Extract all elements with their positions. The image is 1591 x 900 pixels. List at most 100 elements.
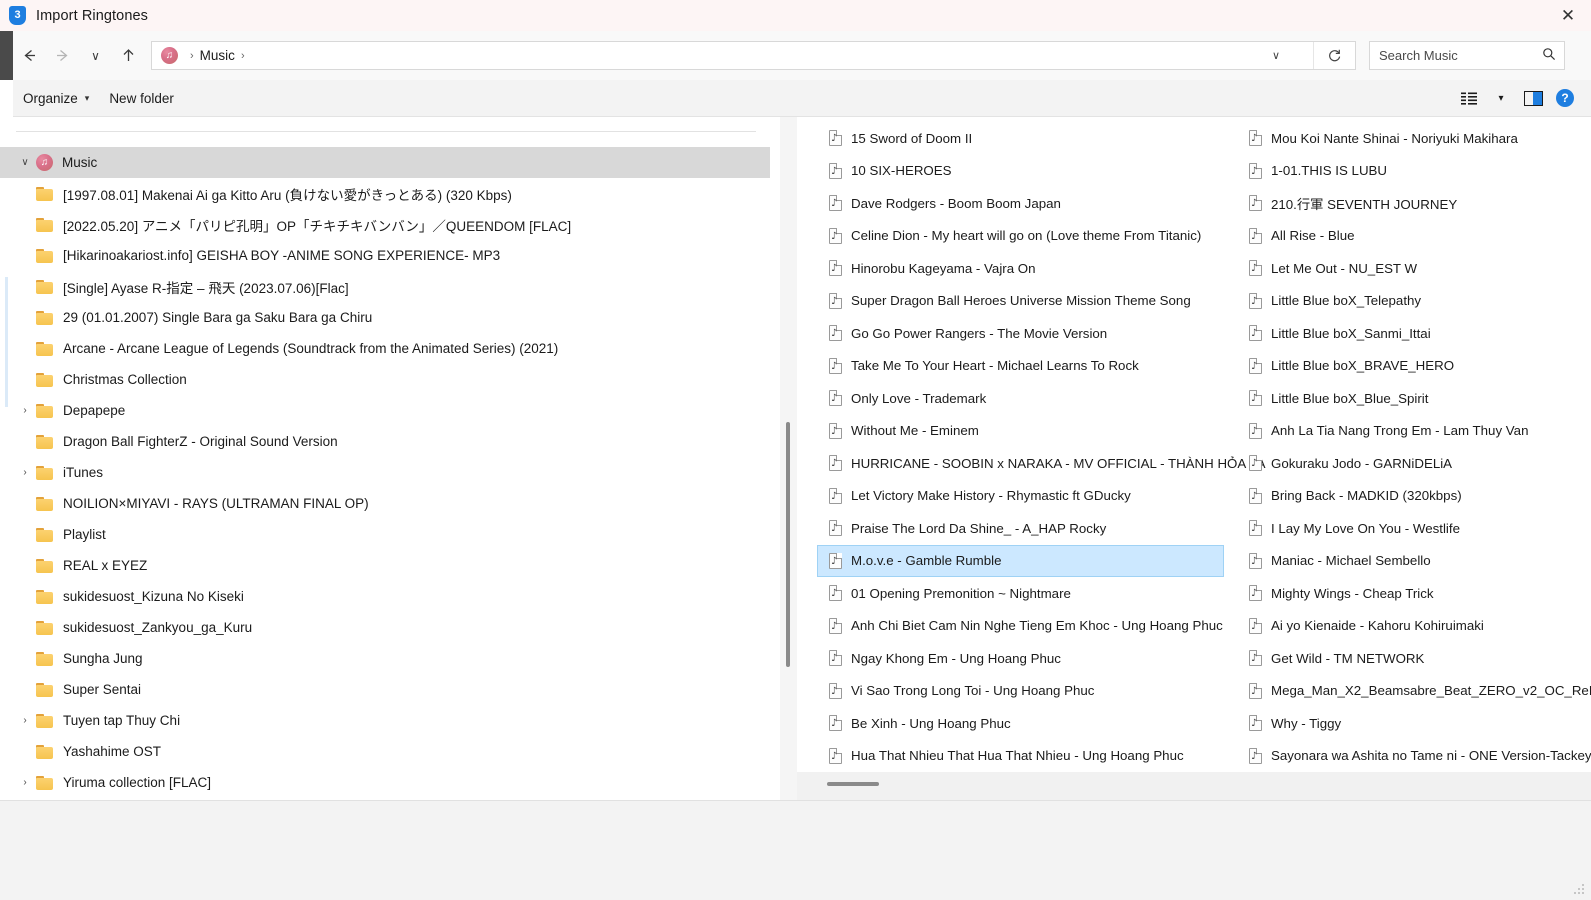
file-name-label-text: Without Me - Eminem xyxy=(851,423,979,439)
address-dropdown-chevron-down-icon[interactable]: ∨ xyxy=(1272,42,1280,69)
file-list-item[interactable]: ♪ Be Xinh - Ung Hoang Phuc xyxy=(818,707,1228,740)
file-list-horizontal-scrollbar[interactable] xyxy=(797,772,1591,800)
tree-item[interactable]: › Depapepe xyxy=(0,395,780,426)
file-list-item[interactable]: ♪ Mighty Wings - Cheap Trick xyxy=(1238,577,1591,610)
search-box[interactable] xyxy=(1369,41,1565,70)
chevron-right-icon[interactable]: › xyxy=(14,777,36,788)
back-button[interactable] xyxy=(13,39,46,72)
file-list-item[interactable]: ♪ Maniac - Michael Sembello xyxy=(1238,545,1591,578)
file-list-item[interactable]: ♪ Vi Sao Trong Long Toi - Ung Hoang Phuc xyxy=(818,675,1228,708)
tree-item[interactable]: [Single] Ayase R-指定 – 飛天 (2023.07.06)[Fl… xyxy=(0,271,780,302)
file-list-item[interactable]: ♪ Dave Rodgers - Boom Boom Japan xyxy=(818,187,1228,220)
chevron-right-icon[interactable]: › xyxy=(14,715,36,726)
file-list-item[interactable]: ♪ Praise The Lord Da Shine_ - A_HAP Rocky xyxy=(818,512,1228,545)
file-list-item[interactable]: ♪ Mou Koi Nante Shinai - Noriyuki Makihar… xyxy=(1238,122,1591,155)
tree-item[interactable]: REAL x EYEZ xyxy=(0,550,780,581)
tree-item-label: [2022.05.20] アニメ「パリピ孔明」OP「チキチキバンバン」／QUEE… xyxy=(63,218,572,234)
file-name-label-text: Little Blue boX_Blue_Spirit xyxy=(1271,390,1429,406)
close-icon[interactable]: ✕ xyxy=(1545,0,1591,31)
file-list-item[interactable]: ♪ Super Dragon Ball Heroes Universe Missi… xyxy=(818,285,1228,318)
search-input[interactable] xyxy=(1370,43,1530,68)
audio-file-icon: ♪ xyxy=(829,585,842,602)
chevron-right-icon[interactable]: › xyxy=(14,467,36,478)
refresh-icon[interactable] xyxy=(1313,42,1355,69)
up-button[interactable] xyxy=(112,39,145,72)
tree-item[interactable]: › Tuyen tap Thuy Chi xyxy=(0,705,780,736)
file-list-item[interactable]: ♪ 01 Opening Premonition ~ Nightmare xyxy=(818,577,1228,610)
file-list-item[interactable]: ♪ Let Me Out - NU_EST W xyxy=(1238,252,1591,285)
resize-grip[interactable] xyxy=(1574,884,1586,896)
file-list-item[interactable]: ♪ Little Blue boX_Sanmi_Ittai xyxy=(1238,317,1591,350)
forward-button[interactable] xyxy=(46,39,79,72)
file-list-item[interactable]: ♪ Anh La Tia Nang Trong Em - Lam Thuy Van xyxy=(1238,415,1591,448)
breadcrumb-separator-1[interactable]: › xyxy=(241,50,245,62)
file-list-item[interactable]: ♪ Gokuraku Jodo - GARNiDELiA xyxy=(1238,447,1591,480)
file-list-item[interactable]: ♪ All Rise - Blue xyxy=(1238,220,1591,253)
file-list-item[interactable]: ♪ Why - Tiggy xyxy=(1238,707,1591,740)
file-list-item[interactable]: ♪ Bring Back - MADKID (320kbps) xyxy=(1238,480,1591,513)
file-list-item[interactable]: ♪ Little Blue boX_BRAVE_HERO xyxy=(1238,350,1591,383)
new-folder-button[interactable]: New folder xyxy=(99,85,184,111)
file-list-item[interactable]: ♪ HURRICANE - SOOBIN x NARAKA - MV OFFICI… xyxy=(818,447,1265,480)
tree-item[interactable]: [2022.05.20] アニメ「パリピ孔明」OP「チキチキバンバン」／QUEE… xyxy=(0,209,780,240)
tree-item[interactable]: sukidesuost_Kizuna No Kiseki xyxy=(0,581,780,612)
file-list-item[interactable]: ♪ Ngay Khong Em - Ung Hoang Phuc xyxy=(818,642,1228,675)
file-list-item[interactable]: ♪ Let Victory Make History - Rhymastic ft… xyxy=(818,480,1228,513)
help-icon[interactable]: ? xyxy=(1549,84,1581,112)
file-list-item[interactable]: ♪ Little Blue boX_Telepathy xyxy=(1238,285,1591,318)
folder-icon xyxy=(36,372,53,387)
file-list-item[interactable]: ♪ Mega_Man_X2_Beamsabre_Beat_ZERO_v2_OC_R… xyxy=(1238,675,1591,708)
file-list-item[interactable]: ♪ Without Me - Eminem xyxy=(818,415,1228,448)
audio-file-icon: ♪ xyxy=(829,390,842,407)
organize-button[interactable]: Organize ▾ xyxy=(13,85,99,111)
view-options-chevron-down-icon[interactable]: ▾ xyxy=(1485,84,1517,112)
tree-item[interactable]: Yashahime OST xyxy=(0,736,780,767)
tree-item[interactable]: Arcane - Arcane League of Legends (Sound… xyxy=(0,333,780,364)
audio-file-icon: ♪ xyxy=(1249,422,1262,439)
file-list-item[interactable]: ♪ Hinorobu Kageyama - Vajra On xyxy=(818,252,1228,285)
file-list-item[interactable]: ♪ I Lay My Love On You - Westlife xyxy=(1238,512,1591,545)
file-list-item[interactable]: ♪ Ai yo Kienaide - Kahoru Kohiruimaki xyxy=(1238,610,1591,643)
file-list-item[interactable]: ♪ 15 Sword of Doom II xyxy=(818,122,1228,155)
tree-item[interactable]: Playlist xyxy=(0,519,780,550)
search-icon[interactable] xyxy=(1542,47,1556,63)
tree-item[interactable]: Dragon Ball FighterZ - Original Sound Ve… xyxy=(0,426,780,457)
file-list-item[interactable]: ♪ 210.行軍 SEVENTH JOURNEY xyxy=(1238,187,1591,220)
chevron-right-icon[interactable]: › xyxy=(14,405,36,416)
tree-item[interactable]: › iTunes xyxy=(0,457,780,488)
tree-item[interactable]: sukidesuost_Zankyou_ga_Kuru xyxy=(0,612,780,643)
tree-item[interactable]: Super Sentai xyxy=(0,674,780,705)
file-list-item[interactable]: ♪ 10 SIX-HEROES xyxy=(818,155,1228,188)
view-list-icon[interactable] xyxy=(1453,84,1485,112)
file-name-label-text: Let Me Out - NU_EST W xyxy=(1271,260,1418,276)
tree-item[interactable]: Sungha Jung xyxy=(0,643,780,674)
file-list-item[interactable]: ♪ Little Blue boX_Blue_Spirit xyxy=(1238,382,1591,415)
recent-locations-chevron-down-icon[interactable]: ∨ xyxy=(79,39,112,72)
file-list-item[interactable]: ♪ Only Love - Trademark xyxy=(818,382,1228,415)
preview-pane-icon[interactable] xyxy=(1517,84,1549,112)
chevron-down-icon[interactable]: ∨ xyxy=(14,157,36,168)
file-list-item-selected[interactable]: ♪ M.o.v.e - Gamble Rumble xyxy=(817,544,1224,577)
file-list-item[interactable]: ♪ 1-01.THIS IS LUBU xyxy=(1238,155,1591,188)
tree-item[interactable]: [1997.08.01] Makenai Ai ga Kitto Aru (負け… xyxy=(0,178,780,209)
tree-item[interactable]: 29 (01.01.2007) Single Bara ga Saku Bara… xyxy=(0,302,780,333)
breadcrumb-music[interactable]: Music xyxy=(200,48,235,63)
file-name-label-text: Hua That Nhieu That Hua That Nhieu - Ung… xyxy=(851,748,1184,764)
audio-file-icon: ♪ xyxy=(1249,585,1262,602)
file-list-vertical-scrollbar[interactable] xyxy=(780,117,797,800)
address-bar[interactable]: ♫ › Music › ∨ xyxy=(151,41,1356,70)
horizontal-scroll-thumb[interactable] xyxy=(827,782,879,786)
folder-icon xyxy=(36,713,53,728)
tree-item[interactable]: › Yiruma collection [FLAC] xyxy=(0,767,780,798)
file-list-item[interactable]: ♪ Get Wild - TM NETWORK xyxy=(1238,642,1591,675)
file-list-item[interactable]: ♪ Go Go Power Rangers - The Movie Version xyxy=(818,317,1228,350)
file-list-item[interactable]: ♪ Take Me To Your Heart - Michael Learns … xyxy=(818,350,1228,383)
file-name-label-text: Dave Rodgers - Boom Boom Japan xyxy=(851,195,1061,211)
tree-item[interactable]: [Hikarinoakariost.info] GEISHA BOY -ANIM… xyxy=(0,240,780,271)
tree-item[interactable]: NOILION×MIYAVI - RAYS (ULTRAMAN FINAL OP… xyxy=(0,488,780,519)
file-list-item[interactable]: ♪ Anh Chi Biet Cam Nin Nghe Tieng Em Khoc… xyxy=(818,610,1228,643)
file-list-item[interactable]: ♪ Celine Dion - My heart will go on (Love… xyxy=(818,220,1228,253)
tree-item[interactable]: Christmas Collection xyxy=(0,364,780,395)
tree-root-music[interactable]: ∨ ♫ Music xyxy=(0,147,770,178)
vertical-scroll-thumb[interactable] xyxy=(786,422,790,667)
